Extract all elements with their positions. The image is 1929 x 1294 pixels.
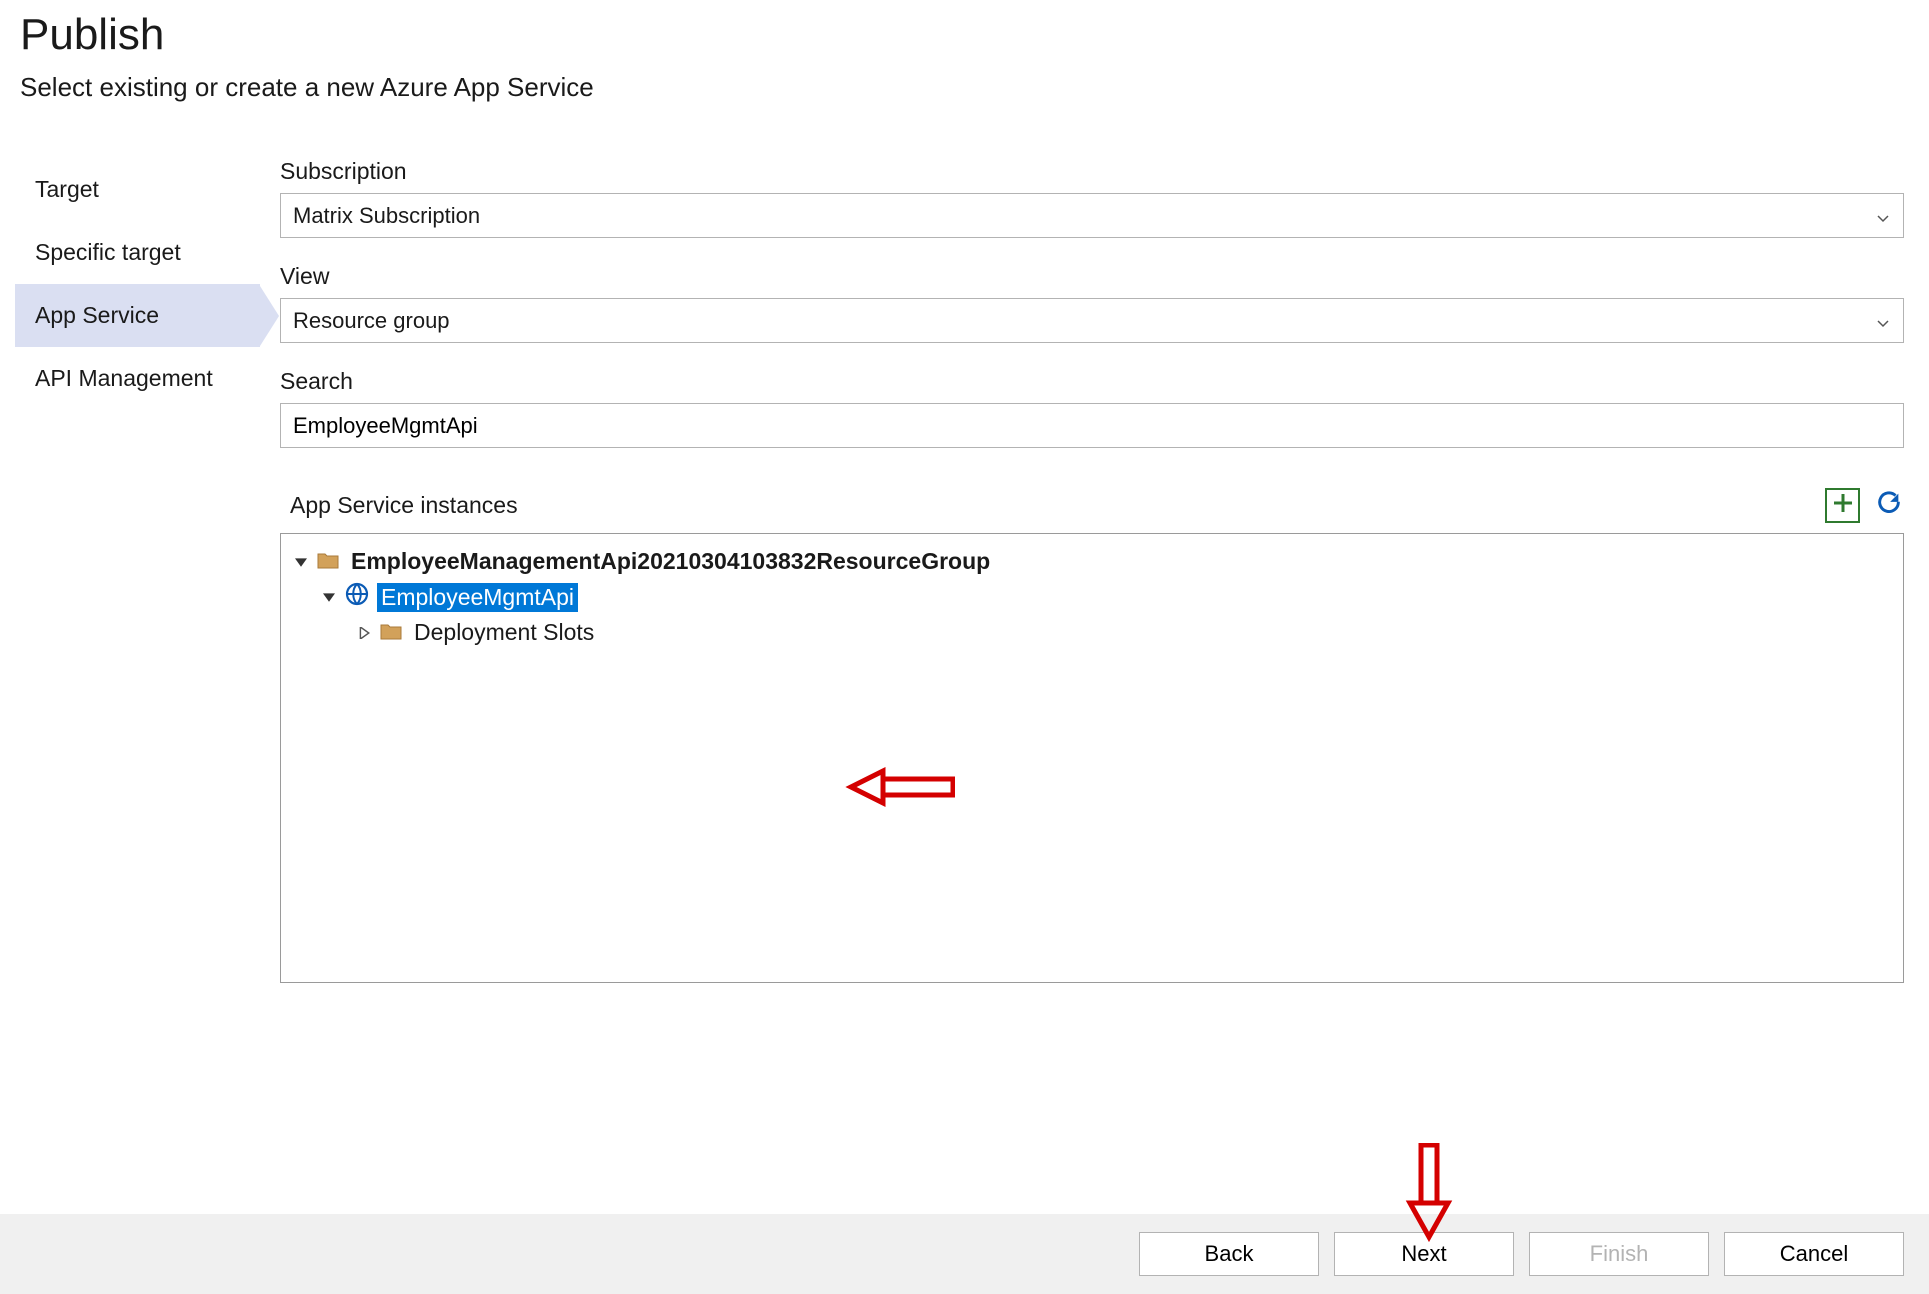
collapse-icon[interactable]: [321, 591, 337, 603]
page-title: Publish: [20, 10, 1909, 60]
finish-button: Finish: [1529, 1232, 1709, 1276]
wizard-sidebar: Target Specific target App Service API M…: [0, 158, 260, 983]
expand-icon[interactable]: [356, 627, 372, 639]
wizard-footer: Back Next Finish Cancel: [0, 1214, 1929, 1294]
refresh-icon: [1875, 489, 1903, 522]
view-dropdown[interactable]: Resource group: [280, 298, 1904, 343]
plus-icon: [1831, 491, 1855, 520]
search-input[interactable]: [280, 403, 1904, 448]
sidebar-item-api-management[interactable]: API Management: [15, 347, 260, 410]
tree-node-label: Deployment Slots: [410, 618, 598, 647]
page-subtitle: Select existing or create a new Azure Ap…: [20, 72, 1909, 103]
main-panel: Subscription Matrix Subscription View Re…: [260, 158, 1929, 983]
annotation-arrow-right-icon: [845, 765, 955, 814]
subscription-value: Matrix Subscription: [293, 203, 480, 229]
sidebar-item-specific-target[interactable]: Specific target: [15, 221, 260, 284]
sidebar-item-app-service[interactable]: App Service: [15, 284, 260, 347]
collapse-icon[interactable]: [293, 556, 309, 568]
folder-icon: [380, 619, 402, 646]
webapp-icon: [345, 582, 369, 612]
create-new-button[interactable]: [1825, 488, 1860, 523]
chevron-down-icon: [1877, 203, 1889, 229]
instances-label: App Service instances: [280, 492, 518, 519]
subscription-label: Subscription: [280, 158, 1904, 185]
refresh-button[interactable]: [1874, 491, 1904, 521]
tree-node-label: EmployeeManagementApi20210304103832Resou…: [347, 547, 994, 576]
tree-node-app[interactable]: EmployeeMgmtApi: [291, 579, 1893, 615]
subscription-dropdown[interactable]: Matrix Subscription: [280, 193, 1904, 238]
tree-node-deployment-slots[interactable]: Deployment Slots: [291, 615, 1893, 650]
view-label: View: [280, 263, 1904, 290]
tree-node-resource-group[interactable]: EmployeeManagementApi20210304103832Resou…: [291, 544, 1893, 579]
instances-tree[interactable]: EmployeeManagementApi20210304103832Resou…: [280, 533, 1904, 983]
folder-icon: [317, 548, 339, 575]
chevron-down-icon: [1877, 308, 1889, 334]
search-label: Search: [280, 368, 1904, 395]
view-value: Resource group: [293, 308, 450, 334]
back-button[interactable]: Back: [1139, 1232, 1319, 1276]
sidebar-item-target[interactable]: Target: [15, 158, 260, 221]
tree-node-label: EmployeeMgmtApi: [377, 583, 578, 612]
annotation-arrow-down-icon: [1404, 1143, 1454, 1248]
cancel-button[interactable]: Cancel: [1724, 1232, 1904, 1276]
